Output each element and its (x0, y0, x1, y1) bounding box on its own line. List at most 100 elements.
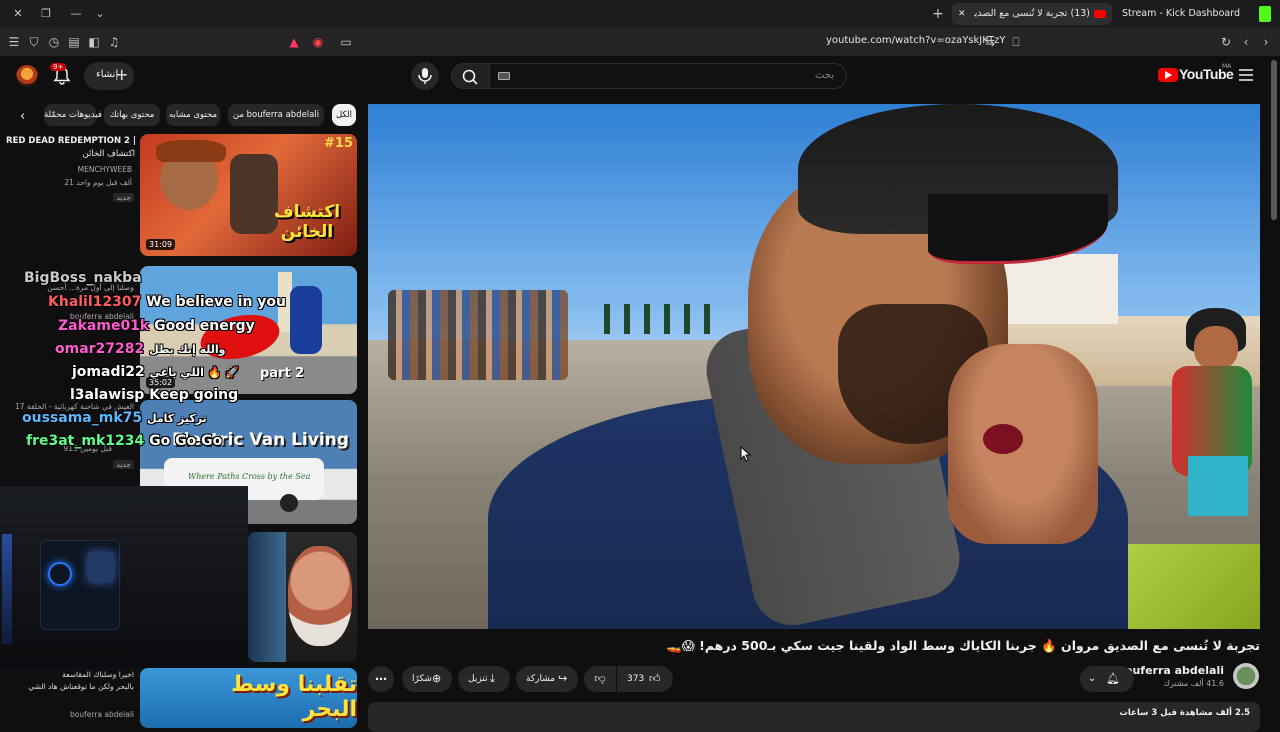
mouse-cursor-icon (740, 446, 752, 462)
notifications-bell-icon[interactable]: 9+ (50, 63, 72, 86)
video-player[interactable] (368, 104, 1260, 629)
search-placeholder: بحث (814, 70, 834, 81)
tab-list-chevron-icon[interactable]: ⌄ (92, 6, 108, 22)
chip-all[interactable]: الكل (332, 104, 356, 126)
reload-icon[interactable]: ↻ (1218, 34, 1234, 50)
recommendation-title[interactable]: RED DEAD REDEMPTION 2 | (6, 136, 136, 146)
recommendation-channel[interactable]: bouferra abdelali (70, 710, 134, 719)
recommendation-title[interactable]: اخيرا وصلناك المقاسعة (4, 670, 134, 679)
episode-number: #15 (324, 136, 353, 151)
chat-message: تركيز كامل (147, 412, 207, 425)
download-icon: ⤓ (490, 672, 495, 685)
chip-similar[interactable]: محتوى مشابه (166, 104, 220, 126)
crowd (388, 290, 568, 380)
sidebar-icon[interactable]: ◧ (86, 34, 102, 50)
chip-from-channel[interactable]: من bouferra abdelali (228, 104, 324, 126)
menu-icon[interactable]: ☰ (6, 34, 22, 50)
voice-search-button[interactable] (411, 62, 439, 90)
like-button[interactable]: 373 👍︎ (617, 666, 673, 692)
recommendation-subtitle[interactable]: اكتشاف الخائن (5, 149, 135, 159)
reader-icon[interactable]: ▤ (66, 34, 82, 50)
share-button[interactable]: مشاركة ↪ (516, 666, 578, 692)
more-actions-button[interactable]: ⋯ (368, 666, 394, 692)
translate-icon[interactable]: ⇆ (982, 34, 998, 50)
tab-kick-dashboard[interactable]: Stream - Kick Dashboard (1120, 3, 1250, 25)
page-scrollbar[interactable] (1271, 60, 1277, 220)
minimize-window-icon[interactable]: — (68, 6, 84, 22)
microphone-icon (418, 68, 432, 84)
search-button[interactable] (451, 63, 489, 89)
picture-in-picture-icon[interactable]: ▭ (338, 34, 354, 50)
tab-label: (13) تجربة لا تُنسى مع الصديق مروا (974, 8, 1090, 19)
chevron-down-icon: ⌄ (1088, 673, 1097, 684)
recommendation-channel[interactable]: MENCHYWEEB (78, 165, 132, 174)
chat-username: oussama_mk75 (22, 410, 143, 426)
more-icon: ⋯ (375, 672, 387, 686)
chat-message: We believe in you (146, 294, 287, 310)
share-label: مشاركة (526, 674, 556, 684)
thumbnail-subcaption: Where Paths Cross by the Sea (188, 472, 311, 481)
forward-icon[interactable]: › (1258, 34, 1274, 50)
recommendation-thumbnail[interactable] (248, 532, 357, 662)
chip-yours[interactable]: محتوى بهاتك (104, 104, 160, 126)
plus-icon: + (115, 65, 129, 84)
dislike-button[interactable]: 👎︎ (584, 666, 616, 692)
new-badge: جديد (113, 460, 134, 469)
close-tab-icon[interactable]: ✕ (958, 3, 966, 25)
chip-uploaded[interactable]: فيديوهات محمّلة (44, 104, 102, 126)
chat-username: omar27282 (55, 341, 145, 357)
music-icon[interactable]: ♫ (106, 34, 122, 50)
youtube-favicon-icon (1094, 10, 1106, 18)
recommendation-thumbnail[interactable]: #15 اكتشاف الخائن 31:09 (140, 134, 357, 256)
like-count: 373 (627, 674, 645, 684)
webcam-overlay (0, 486, 248, 668)
bookmark-icon[interactable]: ⎕ (1008, 34, 1024, 50)
chat-message: Good energy (154, 318, 255, 334)
subscribed-button[interactable]: ⌄ 🔔︎ (1080, 666, 1134, 692)
download-label: تنزيل (468, 674, 488, 684)
shield-icon[interactable]: ⛉ (26, 34, 42, 50)
url-field[interactable]: youtube.com/watch?v=ozaYskJKTzY (826, 35, 1006, 46)
channel-avatar[interactable] (1233, 663, 1259, 689)
tab-youtube-video[interactable]: ✕ (13) تجربة لا تُنسى مع الصديق مروا (952, 3, 1112, 25)
extension-triangle-icon[interactable]: ▲ (286, 34, 302, 50)
thanks-icon: ⊕ (432, 672, 442, 685)
kick-extension-icon[interactable] (1259, 6, 1271, 22)
man-hand (948, 344, 1098, 544)
recommendation-thumbnail[interactable]: تقلبنا وسط البحر (140, 668, 357, 728)
extension-badge-icon[interactable]: ◉ (310, 34, 326, 50)
description-box[interactable]: 2.5 ألف مشاهدة قبل 3 ساعات (368, 702, 1260, 732)
restore-window-icon[interactable]: ❐ (38, 6, 54, 22)
chat-message: اللي باغي 🔥 🚀 (149, 366, 239, 379)
thumbnail-caption: part 2 (260, 366, 305, 381)
tab-label: Stream - Kick Dashboard (1122, 8, 1240, 19)
chat-username: l3alawisp (70, 387, 145, 403)
recommendation-meta: 21 ألف قبل يوم واحد (64, 178, 132, 187)
chat-message: والله إنك بطل (149, 343, 226, 356)
chips-scroll-left-icon[interactable]: ‹ (20, 109, 25, 124)
thanks-button[interactable]: شكرًا ⊕ (402, 666, 452, 692)
account-avatar[interactable] (16, 65, 38, 87)
video-duration: 31:09 (146, 239, 176, 250)
close-window-icon[interactable]: ✕ (10, 6, 26, 22)
history-icon[interactable]: ◷ (46, 34, 62, 50)
back-icon[interactable]: ‹ (1238, 34, 1254, 50)
youtube-header: 9+ إنشاء + بحث YouTube MA (0, 56, 1280, 96)
views-meta: 2.5 ألف مشاهدة قبل 3 ساعات (1119, 708, 1250, 718)
chat-username: BigBoss_nakba (24, 270, 142, 286)
create-button[interactable]: إنشاء + (84, 62, 134, 90)
recommendation-subtitle[interactable]: بالبحر ولكن ما توقعناش هاد الشي (4, 682, 134, 691)
browser-tab-bar: ✕ ❐ — ⌄ + ✕ (13) تجربة لا تُنسى مع الصدي… (0, 0, 1280, 28)
new-badge: جديد (113, 193, 134, 202)
download-button[interactable]: تنزيل ⤓ (458, 666, 510, 692)
guide-menu-icon[interactable] (1238, 68, 1254, 82)
search-icon (462, 69, 478, 85)
chat-message: Go Go Go (149, 433, 223, 449)
bell-icon: 🔔︎ (1106, 672, 1120, 685)
search-input[interactable]: بحث (489, 63, 847, 89)
new-tab-icon[interactable]: + (930, 6, 946, 22)
chat-username: Khalil12307 (48, 294, 142, 310)
share-icon: ↪ (558, 672, 568, 685)
keyboard-icon[interactable] (498, 72, 510, 80)
chat-username: Zakame01k (58, 318, 150, 334)
